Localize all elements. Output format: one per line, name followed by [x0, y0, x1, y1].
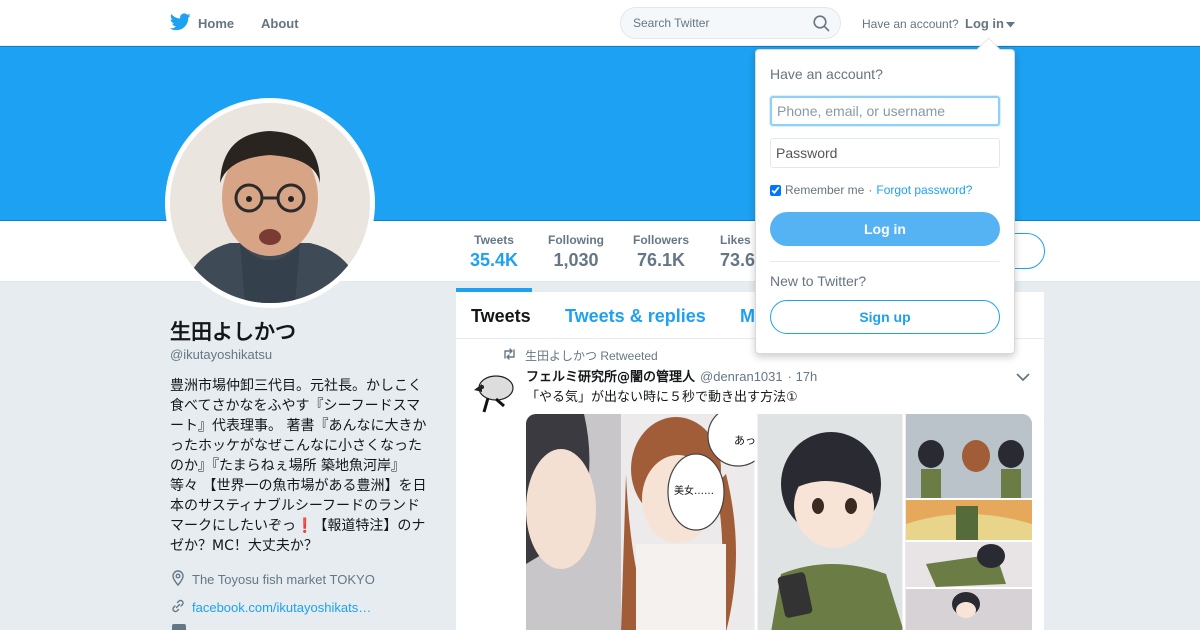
tweet-text: 「やる気」が出ない時に５秒で動き出す方法① — [526, 390, 798, 405]
username-field[interactable] — [770, 96, 1000, 126]
retweet-context: 生田よしかつ Retweeted — [502, 347, 658, 364]
avatar-photo — [170, 103, 370, 303]
nav-home-label: Home — [198, 16, 235, 31]
forgot-password-link[interactable]: Forgot password? — [876, 183, 972, 197]
tweet-author-avatar[interactable] — [468, 368, 516, 416]
profile-avatar[interactable] — [165, 98, 375, 308]
link-icon — [170, 598, 186, 617]
stat-value: 73.6 — [720, 250, 756, 270]
stat-likes[interactable]: Likes 73.6 — [720, 233, 755, 271]
stat-value: 1,030 — [553, 250, 599, 270]
tab-tweets[interactable]: Tweets — [471, 306, 531, 327]
new-to-twitter-text: New to Twitter? — [770, 273, 867, 289]
remember-me-row: Remember me · Forgot password? — [770, 183, 972, 197]
tweet-media-image[interactable]: あっ 美女…… — [526, 414, 1032, 630]
separator-dot: · — [868, 183, 873, 197]
calendar-icon — [172, 624, 186, 630]
stat-tweets[interactable]: Tweets 35.4K — [455, 233, 533, 292]
nav-home-link[interactable]: Home — [169, 13, 235, 34]
speech-bubble-text-2: 美女…… — [674, 484, 714, 497]
signup-button[interactable]: Sign up — [770, 300, 1000, 334]
stat-value: 35.4K — [470, 250, 519, 270]
location-pin-icon — [170, 570, 186, 589]
login-dropdown-title: Have an account? — [770, 66, 883, 82]
dropdown-divider — [770, 261, 1000, 262]
website-link-text[interactable]: facebook.com/ikutayoshikats… — [192, 600, 371, 615]
login-dropdown-toggle[interactable]: Log in — [965, 16, 1015, 31]
login-toggle-label: Log in — [965, 16, 1004, 31]
profile-handle[interactable]: @ikutayoshikatsu — [170, 347, 272, 362]
caret-down-icon — [1006, 16, 1015, 31]
stat-label: Tweets — [474, 233, 514, 247]
tweet-author-handle[interactable]: @denran1031 — [700, 369, 783, 384]
tab-tweets-replies[interactable]: Tweets & replies — [565, 306, 706, 327]
search-input[interactable] — [621, 8, 801, 38]
location-text: The Toyosu fish market TOKYO — [192, 572, 375, 587]
login-button[interactable]: Log in — [770, 212, 1000, 246]
tweet-header: フェルミ研究所@闇の管理人 @denran1031 · 17h — [526, 366, 817, 385]
nav-about-link[interactable]: About — [261, 16, 299, 31]
profile-name[interactable]: 生田よしかつ — [170, 316, 296, 346]
stat-value: 76.1K — [636, 250, 686, 270]
stat-followers[interactable]: Followers 76.1K — [633, 233, 689, 271]
retweet-context-text[interactable]: 生田よしかつ Retweeted — [525, 347, 658, 364]
profile-bio: 豊洲市場仲卸三代目。元社長。かしこく食べてさかなをふやす『シーフードスマート』代… — [170, 378, 427, 554]
speech-bubble-text-1: あっ — [734, 434, 756, 447]
chevron-down-icon[interactable] — [1016, 369, 1030, 387]
profile-location: The Toyosu fish market TOKYO — [170, 570, 375, 589]
retweet-icon — [502, 348, 517, 363]
stat-label: Following — [548, 233, 604, 247]
search-box — [620, 7, 841, 39]
top-nav: Home About Have an account? Log in — [0, 0, 1200, 46]
profile-website[interactable]: facebook.com/ikutayoshikats… — [170, 598, 371, 617]
search-icon[interactable] — [813, 15, 830, 37]
tweet-timestamp[interactable]: · 17h — [788, 369, 818, 384]
remember-me-label[interactable]: Remember me — [785, 183, 864, 197]
tweet-author-name[interactable]: フェルミ研究所@闇の管理人 — [526, 366, 695, 385]
stat-label: Followers — [633, 233, 690, 247]
twitter-bird-icon — [169, 13, 191, 34]
login-dropdown: Have an account? Remember me · Forgot pa… — [755, 49, 1015, 354]
stat-label: Likes — [720, 233, 751, 247]
tab-media[interactable]: M — [740, 306, 755, 327]
remember-me-checkbox[interactable] — [770, 184, 781, 196]
have-account-text: Have an account? — [862, 17, 959, 31]
password-field[interactable] — [770, 138, 1000, 168]
stat-following[interactable]: Following 1,030 — [548, 233, 604, 271]
